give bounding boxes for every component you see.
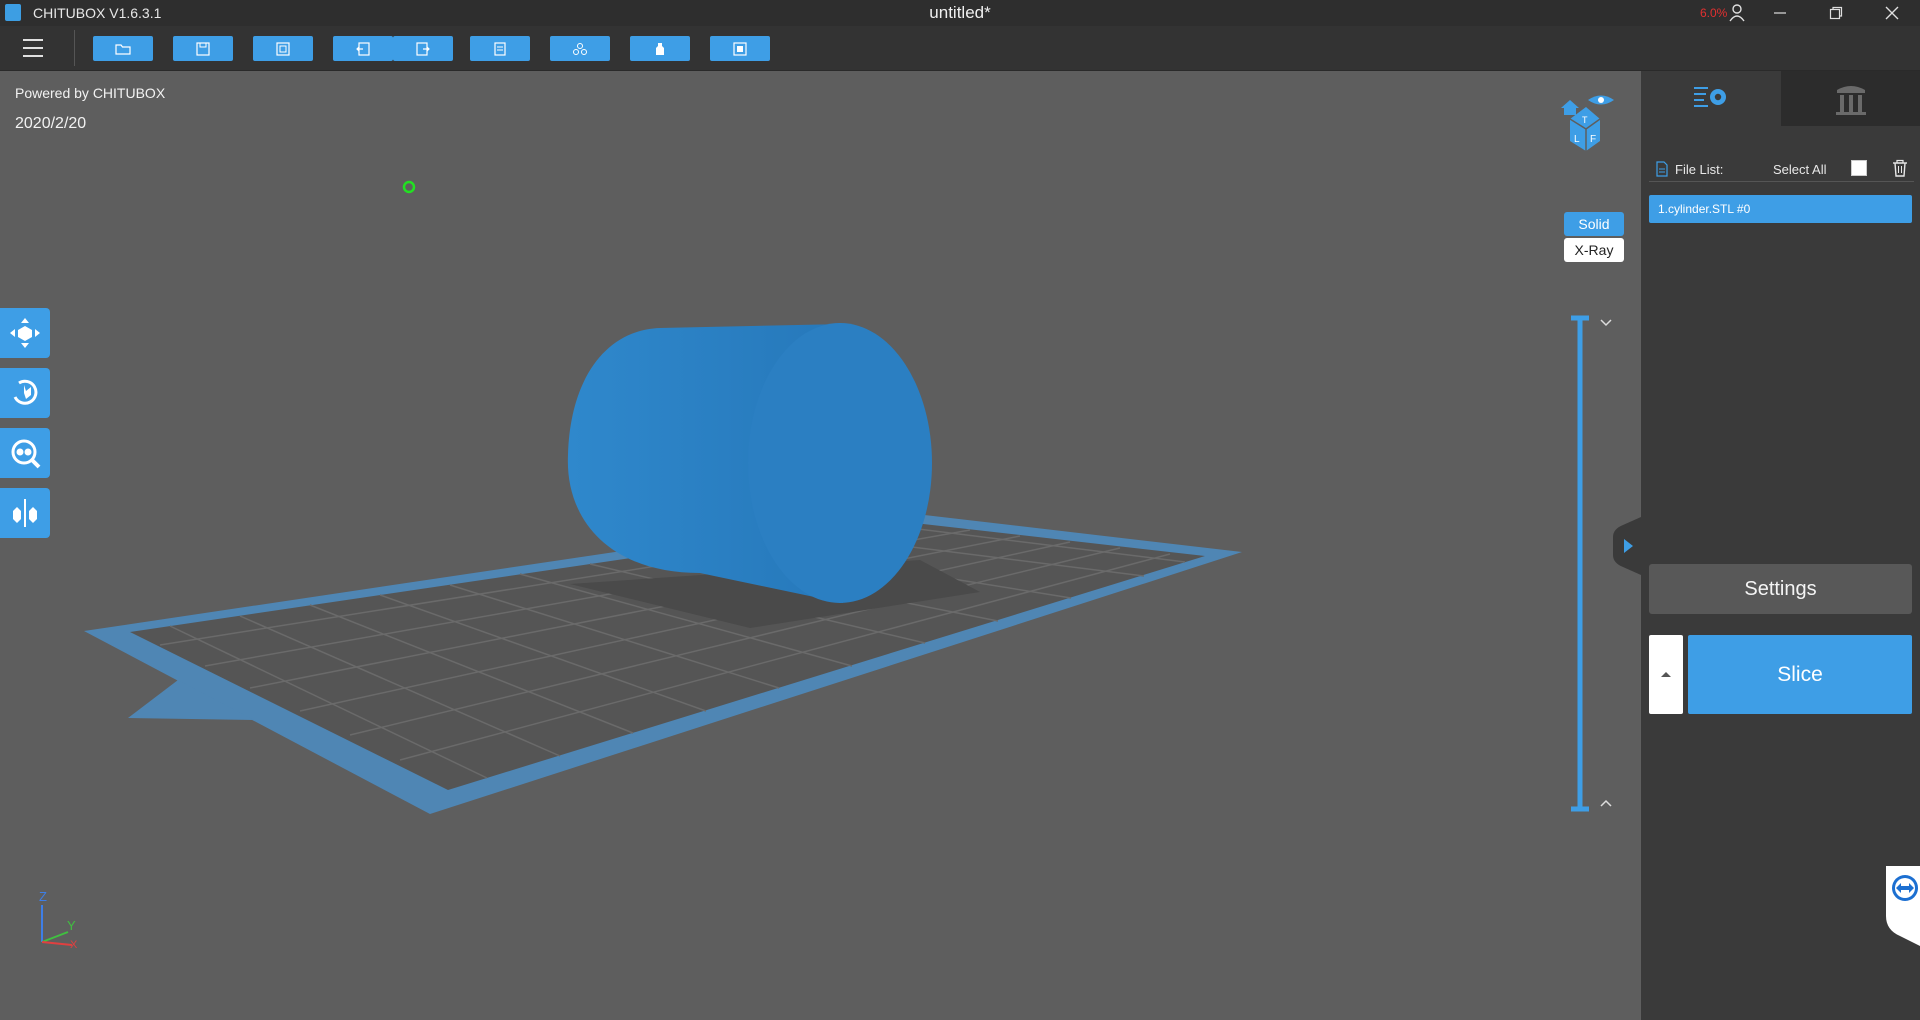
- file-name: 1.cylinder.STL #0: [1658, 202, 1751, 216]
- eye-icon[interactable]: [1588, 95, 1614, 105]
- restore-button[interactable]: [1808, 0, 1864, 26]
- axis-gizmo: Z Y X: [39, 889, 78, 951]
- home-view-icon[interactable]: [1561, 100, 1579, 115]
- title-bar: CHITUBOX V1.6.3.1 untitled* 6.0%: [0, 0, 1920, 26]
- square-icon: [733, 41, 747, 56]
- redo-icon: [416, 41, 430, 56]
- gear-list-icon: [1694, 86, 1726, 107]
- axis-y-label: Y: [67, 918, 76, 933]
- view-cube-top-label: T: [1582, 115, 1588, 125]
- file-icon: [1656, 161, 1668, 177]
- user-icon[interactable]: [1728, 3, 1746, 23]
- xray-view-button[interactable]: X-Ray: [1564, 238, 1624, 262]
- auto-layout-button[interactable]: [550, 36, 610, 61]
- minimize-button[interactable]: [1752, 0, 1808, 26]
- chevron-up-icon[interactable]: [1600, 799, 1612, 807]
- support-columns-icon: [1835, 85, 1866, 115]
- save-file-button[interactable]: [173, 36, 233, 61]
- build-date-label: 2020/2/20: [15, 115, 87, 132]
- restore-icon: [1829, 6, 1843, 20]
- 3d-viewport[interactable]: T L F Z Y X Powered by CHITUBOX 2020/2/2…: [0, 71, 1640, 1020]
- axis-x-label: X: [70, 939, 78, 951]
- document-title: untitled*: [929, 3, 991, 22]
- print-preview-button[interactable]: [710, 36, 770, 61]
- cylinder-cap[interactable]: [748, 323, 932, 603]
- screenshot-icon: [276, 41, 290, 56]
- rotate-tool-button[interactable]: [0, 368, 50, 418]
- trash-icon[interactable]: [1891, 159, 1909, 177]
- cpu-usage: 6.0%: [1700, 6, 1728, 20]
- resin-button[interactable]: [630, 36, 690, 61]
- scale-icon: [11, 439, 41, 469]
- settings-button[interactable]: Settings: [1649, 564, 1912, 614]
- slice-button[interactable]: Slice: [1688, 635, 1912, 714]
- undo-button[interactable]: [333, 36, 393, 61]
- scene-canvas[interactable]: T L F Z Y X: [0, 71, 1640, 1020]
- file-list-header: File List: Select All: [1649, 157, 1914, 182]
- undo-icon: [356, 41, 370, 56]
- scale-tool-button[interactable]: [0, 428, 50, 478]
- close-icon: [1885, 6, 1899, 20]
- select-all-label: Select All: [1773, 162, 1827, 177]
- rotate-icon: [13, 379, 38, 405]
- mirror-icon: [13, 499, 37, 527]
- slice-options-button[interactable]: [1649, 635, 1683, 714]
- close-button[interactable]: [1864, 0, 1920, 26]
- mirror-tool-button[interactable]: [0, 488, 50, 538]
- toolbar-separator: [74, 30, 75, 66]
- move-tool-button[interactable]: [0, 308, 50, 358]
- powered-by-label: Powered by CHITUBOX: [15, 85, 166, 101]
- screenshot-button[interactable]: [253, 36, 313, 61]
- tab-settings[interactable]: [1641, 71, 1781, 126]
- save-icon: [196, 41, 210, 56]
- view-cube-left-label: L: [1574, 134, 1580, 145]
- minimize-icon: [1774, 12, 1786, 14]
- move-icon: [10, 318, 40, 348]
- file-list-item[interactable]: 1.cylinder.STL #0: [1649, 195, 1912, 223]
- panel-collapse-tab[interactable]: [1613, 517, 1641, 575]
- bottle-icon: [656, 42, 664, 55]
- main-toolbar: [0, 26, 1920, 71]
- view-cube-front-label: F: [1590, 134, 1596, 145]
- app-logo-icon: [5, 4, 21, 21]
- folder-icon: [115, 43, 131, 55]
- caret-up-icon: [1661, 672, 1671, 677]
- machine-settings-button[interactable]: [470, 36, 530, 61]
- open-file-button[interactable]: [93, 36, 153, 61]
- right-panel: File List: Select All 1.cylinder.STL #0 …: [1641, 71, 1920, 1020]
- redo-button[interactable]: [393, 36, 453, 61]
- file-list-label: File List:: [1675, 162, 1724, 177]
- document-icon: [494, 41, 506, 56]
- select-all-checkbox[interactable]: [1851, 160, 1867, 176]
- axis-z-label: Z: [39, 889, 47, 904]
- solid-view-button[interactable]: Solid: [1564, 212, 1624, 236]
- tab-supports[interactable]: [1781, 71, 1920, 126]
- hamburger-menu-button[interactable]: [20, 36, 48, 60]
- chevron-down-icon[interactable]: [1600, 319, 1612, 327]
- layout-icon: [573, 42, 587, 55]
- origin-marker: [402, 180, 416, 194]
- app-title: CHITUBOX V1.6.3.1: [33, 5, 162, 21]
- teamviewer-tab[interactable]: [1882, 866, 1920, 946]
